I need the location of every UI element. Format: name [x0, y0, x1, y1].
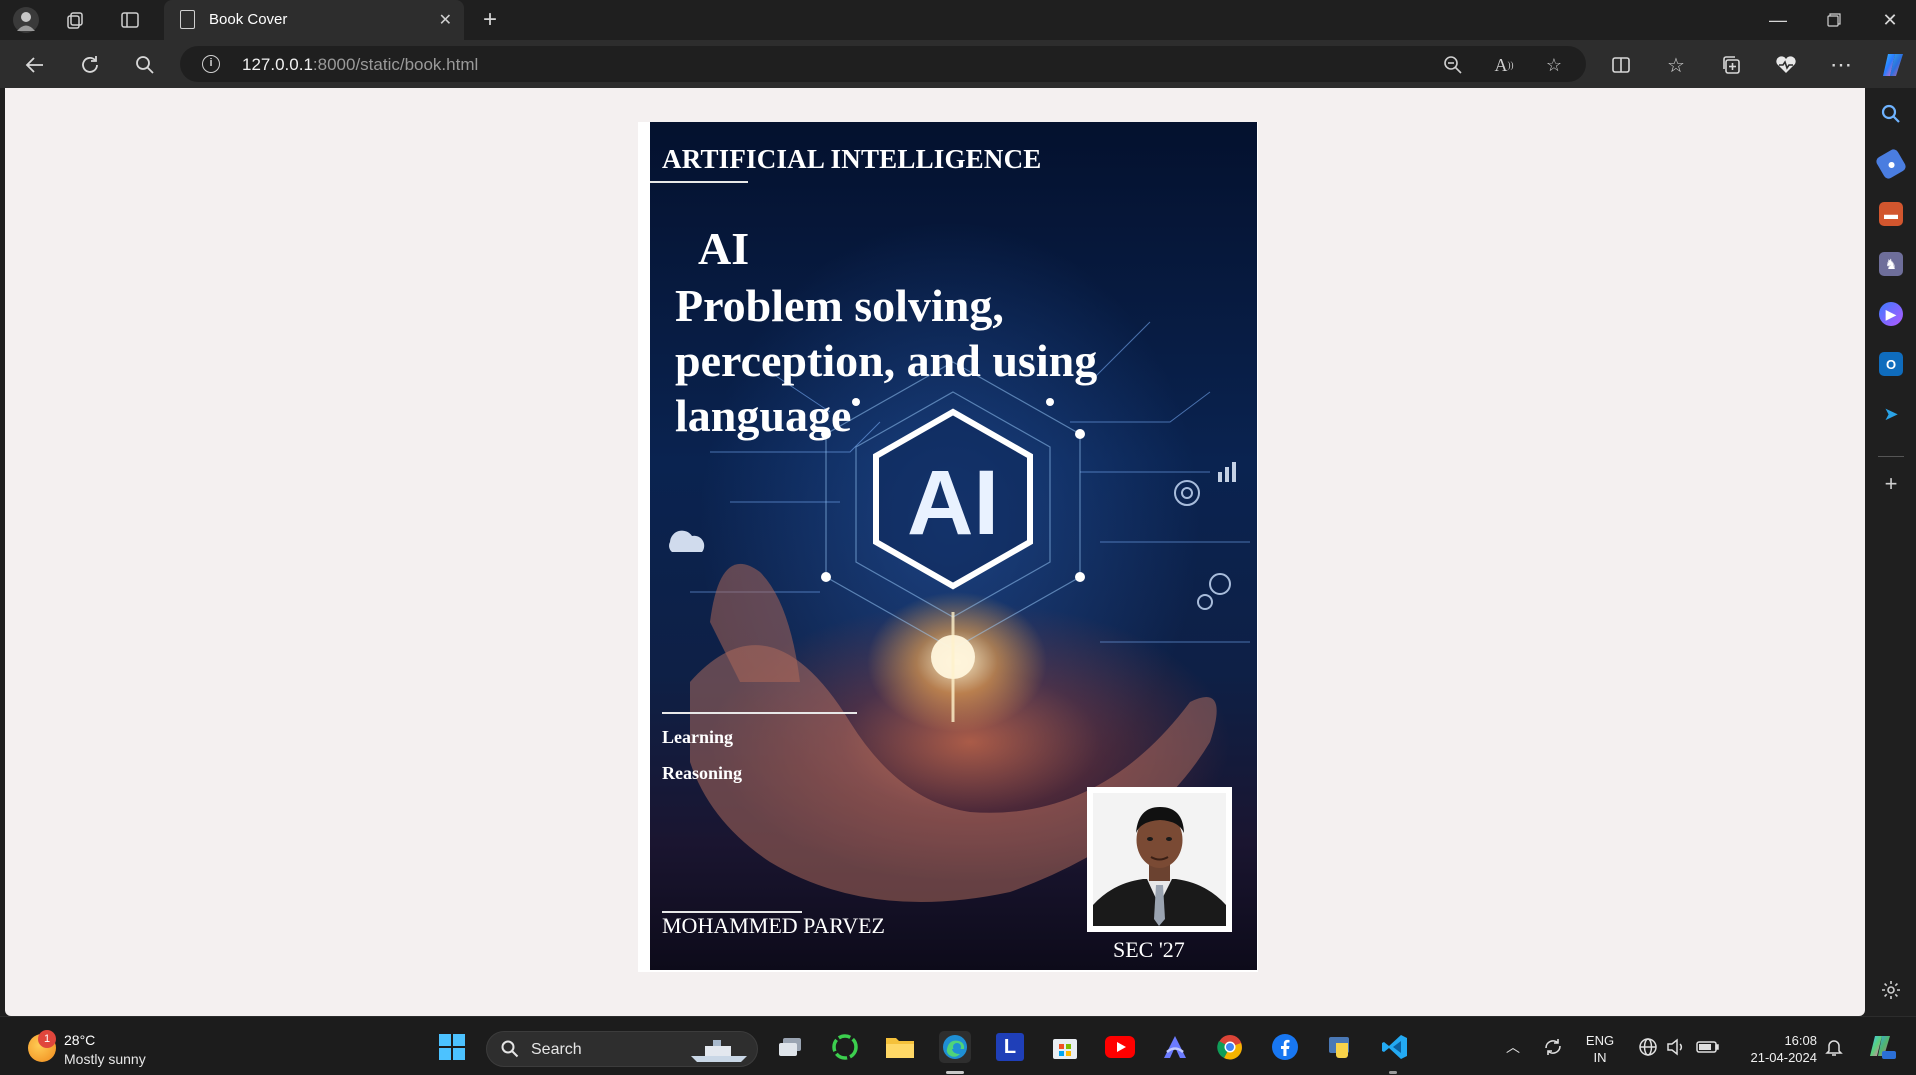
tools-icon[interactable]: ▬: [1879, 202, 1903, 226]
cover-subtitle: Problem solving, perception, and using l…: [675, 280, 1098, 441]
battery-icon[interactable]: [1692, 1031, 1724, 1063]
arc-icon[interactable]: [1159, 1031, 1191, 1063]
split-screen-icon[interactable]: [1606, 50, 1636, 80]
file-explorer-icon[interactable]: [884, 1031, 916, 1063]
clock[interactable]: 16:08 21-04-2024: [1733, 1032, 1818, 1066]
store-icon[interactable]: [1049, 1031, 1081, 1063]
tab-actions-icon[interactable]: [116, 6, 144, 34]
l-app-icon[interactable]: L: [994, 1031, 1026, 1063]
tab-close-icon[interactable]: ✕: [439, 10, 452, 30]
windows-taskbar: 1 28°C Mostly sunny Search L ︿ ENG IN 16…: [0, 1016, 1916, 1075]
facebook-icon[interactable]: [1269, 1031, 1301, 1063]
sync-icon[interactable]: [1537, 1031, 1569, 1063]
youtube-icon[interactable]: [1104, 1031, 1136, 1063]
cover-heading: ARTIFICIAL INTELLIGENCE: [662, 144, 1042, 174]
games-icon[interactable]: ♞: [1879, 252, 1903, 276]
edge-sidebar: ● ▬ ♞ ▶ O ➤ +: [1866, 88, 1916, 1016]
search-icon: [501, 1040, 519, 1058]
author-photo: [1087, 787, 1232, 932]
art-ai-text: AI: [907, 452, 999, 554]
settings-icon[interactable]: [1879, 978, 1903, 1002]
search-label: Search: [531, 1041, 582, 1058]
section-label: SEC '27: [1113, 937, 1185, 962]
author-portrait: [1093, 807, 1226, 926]
minimize-icon[interactable]: —: [1750, 0, 1806, 40]
volume-icon[interactable]: [1660, 1031, 1692, 1063]
chrome-icon[interactable]: [1214, 1031, 1246, 1063]
taskbar-search[interactable]: Search: [486, 1031, 758, 1067]
chevron-up-icon[interactable]: ︿: [1497, 1031, 1529, 1063]
language-indicator[interactable]: ENG IN: [1582, 1032, 1618, 1066]
edge-running-indicator: [946, 1071, 964, 1074]
more-icon[interactable]: ⋯: [1826, 50, 1856, 80]
vscode-icon[interactable]: [1379, 1031, 1411, 1063]
edge-icon[interactable]: [939, 1031, 971, 1063]
language-code: ENG: [1585, 1033, 1615, 1048]
sidebar-separator: [1878, 456, 1904, 457]
cover-ai-title: AI: [698, 223, 750, 274]
author-name: MOHAMMED PARVEZ: [662, 913, 885, 938]
page-icon: [180, 10, 195, 29]
address-bar[interactable]: i 127.0.0.1:8000/static/book.html A)) ☆: [180, 46, 1586, 82]
clock-date: 21-04-2024: [1750, 1050, 1818, 1065]
task-view-icon[interactable]: [774, 1031, 806, 1063]
new-tab-icon[interactable]: +: [476, 6, 504, 34]
vscode-running-indicator: [1389, 1071, 1397, 1074]
favorite-star-icon[interactable]: ☆: [1543, 54, 1565, 76]
page-viewport: AI ARTIFICIAL INTELLIGENCE AI Problem so…: [5, 88, 1865, 1016]
collections-icon[interactable]: [1716, 50, 1746, 80]
profile-avatar-icon[interactable]: [12, 6, 40, 34]
browser-essentials-icon[interactable]: [1771, 50, 1801, 80]
telegram-icon[interactable]: ➤: [1879, 402, 1903, 426]
weather-badge: 1: [38, 1030, 56, 1048]
search-highlight-icon: [691, 1040, 747, 1062]
book-cover: AI ARTIFICIAL INTELLIGENCE AI Problem so…: [650, 122, 1257, 970]
green-app-icon[interactable]: [829, 1031, 861, 1063]
weather-desc: Mostly sunny: [64, 1051, 146, 1067]
shopping-tag-icon[interactable]: ●: [1874, 147, 1908, 181]
copilot-preview-icon[interactable]: [1866, 1031, 1898, 1063]
heading-underline: [650, 181, 748, 183]
tab-book-cover[interactable]: Book Cover ✕: [164, 0, 464, 40]
topic-reasoning: Reasoning: [662, 763, 743, 783]
site-info-icon[interactable]: i: [202, 55, 220, 73]
region-code: IN: [1593, 1050, 1607, 1065]
notification-bell-icon[interactable]: [1818, 1031, 1850, 1063]
python-icon[interactable]: [1324, 1031, 1356, 1063]
topic-learning: Learning: [662, 727, 734, 747]
topics-divider: [662, 712, 857, 714]
copilot-icon[interactable]: ▶: [1879, 302, 1903, 326]
clock-time: 16:08: [1784, 1033, 1817, 1048]
search-icon[interactable]: [1879, 102, 1903, 126]
weather-temp: 28°C: [64, 1032, 96, 1048]
outlook-icon[interactable]: O: [1879, 352, 1903, 376]
book-page: AI ARTIFICIAL INTELLIGENCE AI Problem so…: [638, 122, 1258, 972]
start-icon[interactable]: [436, 1031, 468, 1063]
close-window-icon[interactable]: ✕: [1862, 0, 1916, 40]
navigation-toolbar: i 127.0.0.1:8000/static/book.html A)) ☆ …: [0, 40, 1916, 88]
read-aloud-icon[interactable]: A)): [1493, 54, 1515, 76]
favorites-icon[interactable]: ☆: [1661, 50, 1691, 80]
zoom-out-icon[interactable]: [1442, 54, 1464, 76]
title-bar: Book Cover ✕ + — ✕: [0, 0, 1916, 40]
url-text[interactable]: 127.0.0.1:8000/static/book.html: [242, 55, 478, 75]
search-icon[interactable]: [130, 50, 160, 80]
restore-icon[interactable]: [1806, 0, 1862, 40]
add-icon[interactable]: +: [1879, 471, 1903, 496]
tab-title: Book Cover: [209, 11, 288, 28]
copilot-icon[interactable]: [1878, 50, 1908, 80]
workspaces-icon[interactable]: [62, 6, 90, 34]
refresh-icon[interactable]: [75, 50, 105, 80]
back-arrow-icon[interactable]: [20, 50, 50, 80]
